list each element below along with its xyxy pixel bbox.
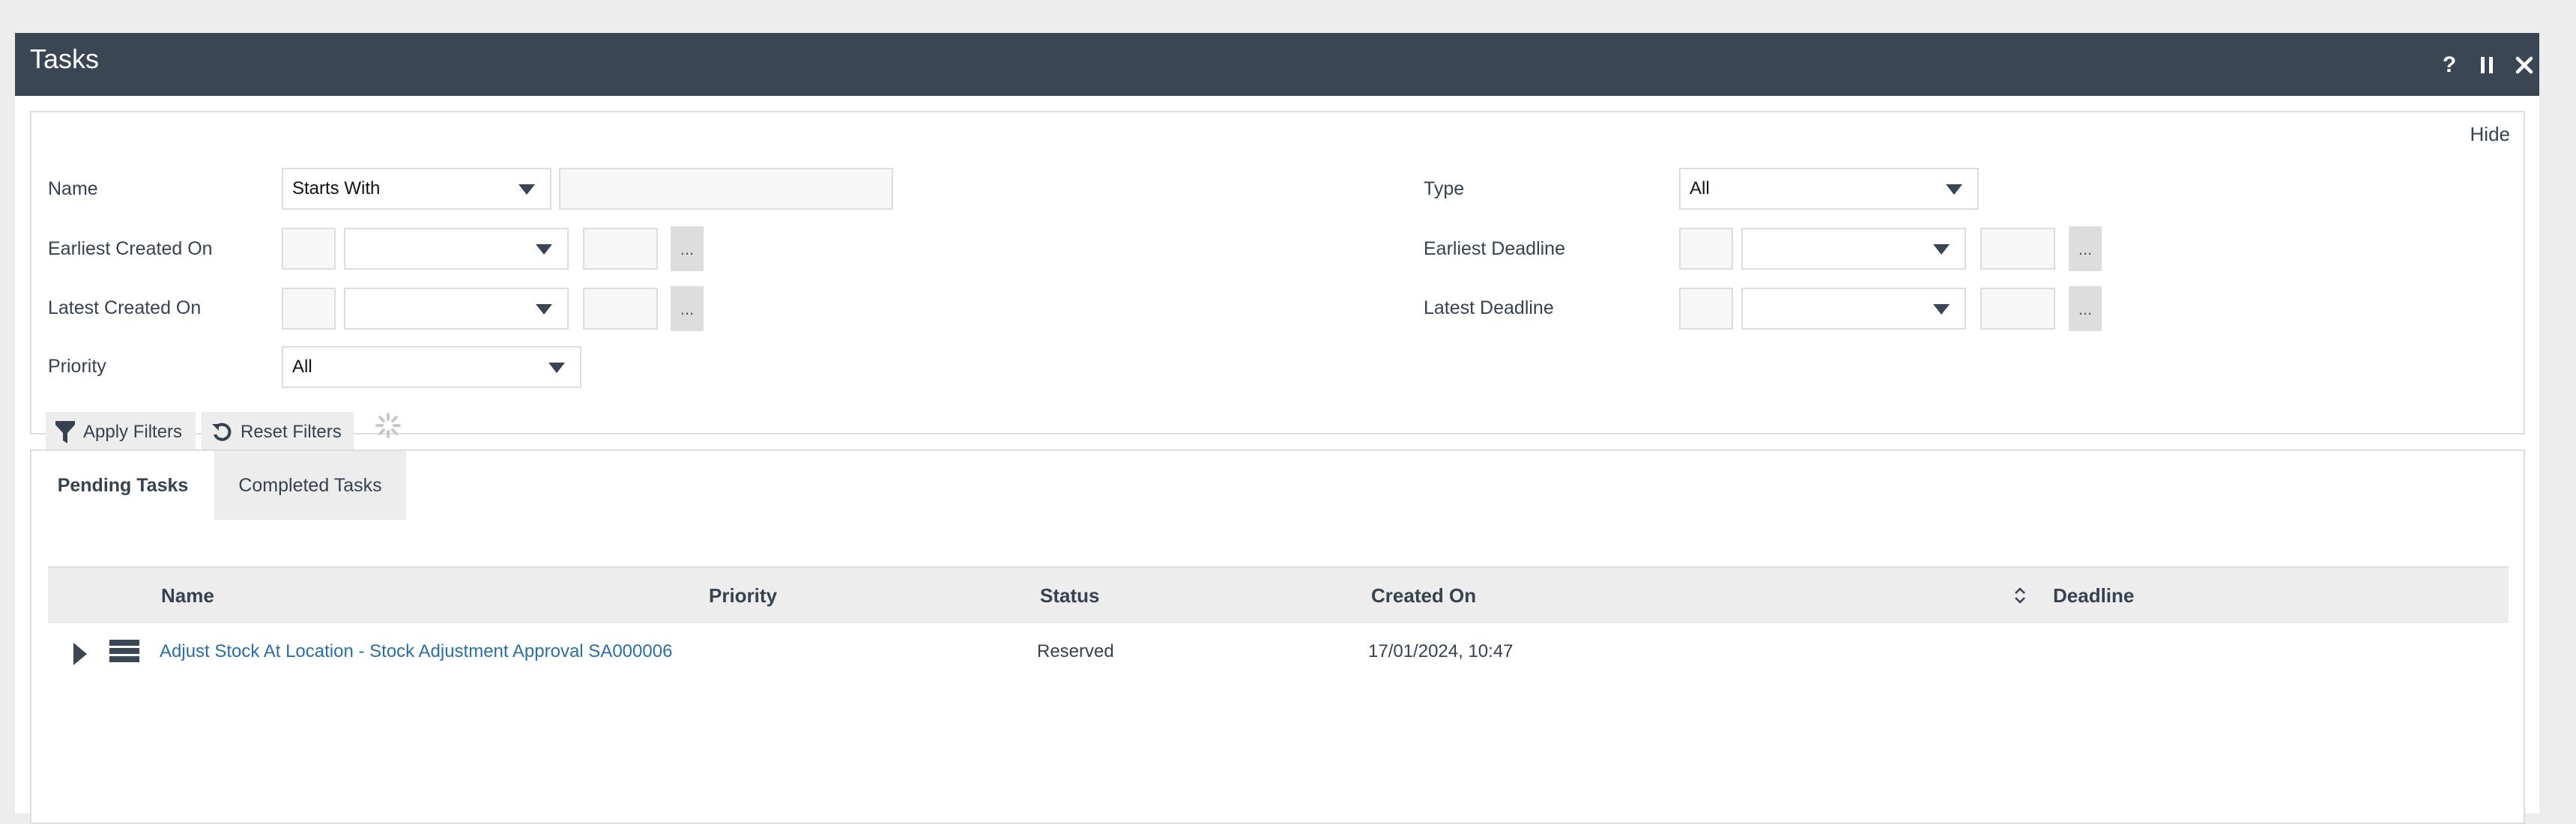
apply-filters-label: Apply Filters xyxy=(83,422,183,442)
filter-icon xyxy=(55,421,75,443)
table-header: Name Priority Status Created On Deadline xyxy=(48,566,2509,623)
chevron-down-icon xyxy=(536,304,552,315)
table-row: Adjust Stock At Location - Stock Adjustm… xyxy=(48,623,2509,680)
chevron-down-icon xyxy=(1933,304,1950,315)
column-header-name[interactable]: Name xyxy=(161,568,214,623)
task-status: Reserved xyxy=(1037,641,1114,661)
column-header-created-on[interactable]: Created On xyxy=(1371,568,1476,623)
latest-deadline-picker-button[interactable]: ... xyxy=(2069,286,2102,331)
reset-filters-button[interactable]: Reset Filters xyxy=(202,412,354,452)
column-header-deadline[interactable]: Deadline xyxy=(2053,568,2134,623)
sort-icon[interactable] xyxy=(2013,583,2028,608)
expand-row-icon[interactable] xyxy=(73,643,87,665)
type-select[interactable]: All xyxy=(1679,168,1979,210)
latest-created-picker-button[interactable]: ... xyxy=(671,286,704,331)
task-name-link[interactable]: Adjust Stock At Location - Stock Adjustm… xyxy=(160,623,672,680)
tab-completed-tasks[interactable]: Completed Tasks xyxy=(214,451,406,520)
tab-pending-tasks[interactable]: Pending Tasks xyxy=(31,451,214,520)
earliest-deadline-label: Earliest Deadline xyxy=(1424,238,1565,259)
earliest-deadline-day-input[interactable] xyxy=(1679,228,1733,270)
chevron-down-icon xyxy=(518,184,535,195)
latest-deadline-day-input[interactable] xyxy=(1679,288,1733,330)
priority-select[interactable]: All xyxy=(282,346,581,388)
type-select-value: All xyxy=(1690,178,1710,199)
help-icon[interactable]: ? xyxy=(2438,52,2461,78)
latest-created-year-input[interactable] xyxy=(583,288,658,330)
latest-created-month-select[interactable] xyxy=(344,288,569,330)
close-icon[interactable] xyxy=(2513,52,2536,78)
column-header-status[interactable]: Status xyxy=(1040,568,1099,623)
name-operator-select[interactable]: Starts With xyxy=(282,168,551,210)
chevron-down-icon xyxy=(536,244,552,255)
name-filter-label: Name xyxy=(48,178,98,199)
reset-filters-label: Reset Filters xyxy=(241,422,342,442)
reset-icon xyxy=(212,422,232,441)
filters-panel: Hide Name Starts With Earliest Created O… xyxy=(30,111,2525,452)
column-header-priority[interactable]: Priority xyxy=(709,568,777,623)
latest-deadline-year-input[interactable] xyxy=(1980,288,2055,330)
loading-spinner-icon xyxy=(375,413,401,438)
earliest-created-month-select[interactable] xyxy=(344,228,569,270)
name-operator-value: Starts With xyxy=(292,178,381,199)
tasks-tabs-panel: Pending Tasks Completed Tasks Name Prior… xyxy=(30,449,2525,824)
earliest-deadline-year-input[interactable] xyxy=(1980,228,2055,270)
chevron-down-icon xyxy=(1933,244,1950,255)
name-filter-input[interactable] xyxy=(559,168,893,210)
tasks-window: Tasks ? Hide Name Starts With Earliest C… xyxy=(15,33,2539,824)
pause-icon[interactable] xyxy=(2476,52,2498,78)
earliest-deadline-picker-button[interactable]: ... xyxy=(2069,226,2102,271)
task-created-on: 17/01/2024, 10:47 xyxy=(1368,641,1514,661)
latest-created-on-label: Latest Created On xyxy=(48,297,202,318)
earliest-created-day-input[interactable] xyxy=(282,228,336,270)
apply-filters-button[interactable]: Apply Filters xyxy=(46,412,196,452)
row-menu-icon[interactable] xyxy=(109,640,139,665)
latest-deadline-month-select[interactable] xyxy=(1741,288,1966,330)
latest-created-day-input[interactable] xyxy=(282,288,336,330)
earliest-created-on-label: Earliest Created On xyxy=(48,238,213,259)
window-title: Tasks xyxy=(30,43,100,74)
hide-filters-link[interactable]: Hide xyxy=(2470,123,2510,146)
priority-filter-label: Priority xyxy=(48,356,106,377)
latest-deadline-label: Latest Deadline xyxy=(1424,297,1554,318)
earliest-created-picker-button[interactable]: ... xyxy=(671,226,704,271)
earliest-deadline-month-select[interactable] xyxy=(1741,228,1966,270)
title-bar: Tasks ? xyxy=(15,33,2539,96)
chevron-down-icon xyxy=(1946,184,1962,195)
chevron-down-icon xyxy=(548,363,565,373)
priority-select-value: All xyxy=(292,357,312,377)
type-filter-label: Type xyxy=(1424,178,1465,199)
earliest-created-year-input[interactable] xyxy=(583,228,658,270)
